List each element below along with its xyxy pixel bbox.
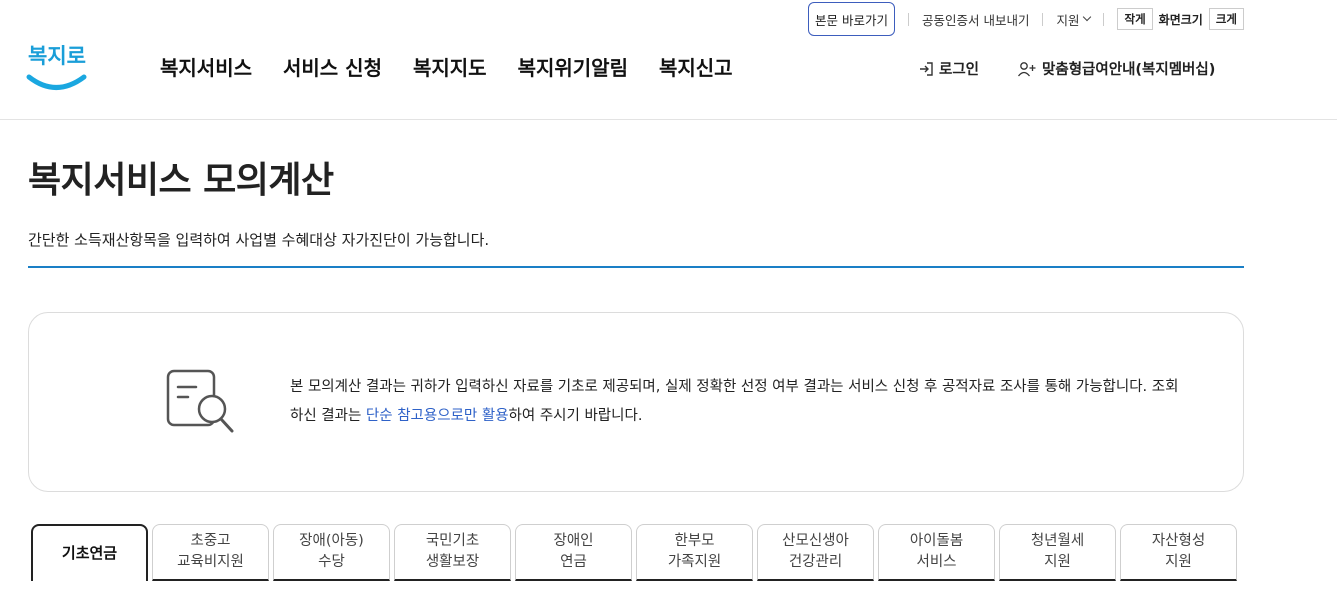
tab-label-line1: 산모신생아 [782,533,849,549]
tab-label-line2: 건강관리 [788,554,843,570]
utility-bar: 본문 바로가기 공동인증서 내보내기 지원 작게 화면크기 크게 [808,2,1244,36]
tab-single-parent-support[interactable]: 한부모가족지원 [636,524,753,581]
site-logo[interactable]: 복지로 [26,40,90,92]
tab-label-line1: 기초연금 [61,544,118,562]
divider [1103,12,1105,26]
notice-box: 본 모의계산 결과는 귀하가 입력하신 자료를 기초로 제공되며, 실제 정확한… [28,312,1244,492]
nav-welfare-report[interactable]: 복지신고 [659,52,733,81]
tab-label-line1: 국민기초 [425,533,480,549]
tab-youth-rent-support[interactable]: 청년월세지원 [999,524,1116,581]
notice-text-part2: 하여 주시기 바랍니다. [508,408,643,424]
tab-school-education-support[interactable]: 초중고교육비지원 [152,524,269,581]
tab-label-line1: 청년월세 [1030,533,1085,549]
tab-label-line2: 수당 [318,554,345,570]
font-large-button[interactable]: 크게 [1208,8,1244,30]
membership-link[interactable]: 맞춤형급여안내(복지멤버십) [1017,58,1215,79]
logo-smile-icon [26,74,87,90]
divider [1042,12,1044,26]
nav-crisis-alert[interactable]: 복지위기알림 [518,52,628,81]
tab-label-line2: 교육비지원 [177,554,244,570]
tab-maternal-newborn-care[interactable]: 산모신생아건강관리 [757,524,874,581]
tab-label-line2: 지원 [1044,554,1071,570]
tab-basic-pension[interactable]: 기초연금 [31,524,148,581]
tab-label-line1: 장애(아동) [299,533,364,549]
tab-label-line2: 지원 [1165,554,1192,570]
tab-label-line1: 장애인 [553,533,594,549]
font-small-button[interactable]: 작게 [1117,8,1153,30]
header-actions: 로그인 맞춤형급여안내(복지멤버십) [918,58,1215,79]
cert-export-link[interactable]: 공동인증서 내보내기 [922,10,1029,29]
tab-disability-pension[interactable]: 장애인연금 [515,524,632,581]
tab-label-line1: 자산형성 [1151,533,1206,549]
nav-service-application[interactable]: 서비스 신청 [283,52,382,81]
screen-size-label: 화면크기 [1158,12,1203,27]
notice-highlight: 단순 참고용으로만 활용 [365,408,509,424]
tab-label-line1: 아이돌봄 [909,533,964,549]
tab-label-line2: 생활보장 [425,554,480,570]
nav-welfare-services[interactable]: 복지서비스 [160,52,252,81]
divider [907,12,909,26]
tab-disability-child-allowance[interactable]: 장애(아동) 수당 [273,524,390,581]
support-label: 지원 [1056,12,1080,28]
tab-childcare-service[interactable]: 아이돌봄서비스 [878,524,995,581]
skip-to-content-link[interactable]: 본문 바로가기 [808,2,895,36]
document-search-icon [166,369,234,433]
tab-label-line2: 가족지원 [667,554,722,570]
login-label: 로그인 [939,62,980,78]
user-add-icon [1018,61,1036,76]
tab-basic-livelihood[interactable]: 국민기초생활보장 [394,524,511,581]
tab-label-line2: 연금 [560,554,587,570]
login-link[interactable]: 로그인 [918,58,979,79]
nav-welfare-map[interactable]: 복지지도 [413,52,487,81]
notice-text: 본 모의계산 결과는 귀하가 입력하신 자료를 기초로 제공되며, 실제 정확한… [290,373,1190,431]
tab-asset-building-support[interactable]: 자산형성지원 [1120,524,1237,581]
calculator-tabs: 기초연금 초중고교육비지원 장애(아동) 수당 국민기초생활보장 장애인연금 한부… [31,524,1241,581]
page-title: 복지서비스 모의계산 [28,160,334,201]
chevron-down-icon [1083,12,1092,22]
main-navigation: 복지서비스 서비스 신청 복지지도 복지위기알림 복지신고 [160,52,764,81]
support-dropdown[interactable]: 지원 [1056,10,1092,29]
header-divider [0,119,1337,120]
tab-label-line1: 한부모 [674,533,715,549]
tab-label-line2: 서비스 [916,554,957,570]
title-underline [28,266,1244,268]
page-description: 간단한 소득재산항목을 입력하여 사업별 수혜대상 자가진단이 가능합니다. [28,231,490,249]
membership-label: 맞춤형급여안내(복지멤버십) [1042,62,1216,78]
login-icon [920,61,933,76]
tab-label-line1: 초중고 [190,533,231,549]
